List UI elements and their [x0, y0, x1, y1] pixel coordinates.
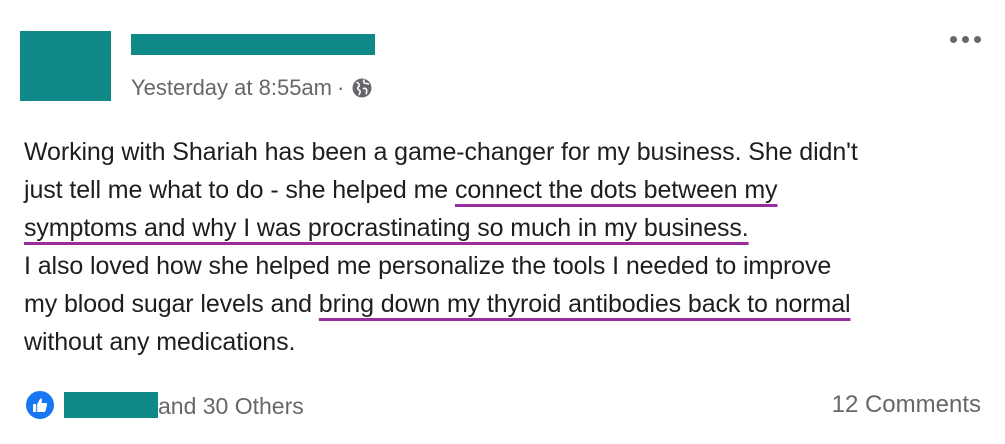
post-text-line: just tell me what to do - she helped me … — [24, 171, 986, 209]
post-body: Working with Shariah has been a game-cha… — [24, 133, 986, 361]
post-timestamp[interactable]: Yesterday at 8:55am — [131, 75, 332, 101]
post-text-segment: my blood sugar levels and — [24, 290, 319, 318]
reactions-others-text[interactable]: and 30 Others — [158, 392, 304, 420]
post-text-segment: just tell me what to do - she helped me — [24, 176, 455, 204]
comments-count-link[interactable]: 12 Comments — [832, 391, 981, 419]
meta-separator: · — [337, 75, 345, 100]
post-text-segment: I also loved how she helped me personali… — [24, 252, 832, 280]
author-name-redacted[interactable] — [131, 34, 375, 55]
highlighted-text: symptoms and why I was procrastinating s… — [24, 214, 749, 242]
more-options-icon[interactable] — [950, 36, 981, 43]
post-meta: Yesterday at 8:55am · — [131, 75, 373, 101]
post-text-line: my blood sugar levels and bring down my … — [24, 285, 986, 323]
post-text-line: Working with Shariah has been a game-cha… — [24, 133, 986, 171]
post-text-segment: without any medications. — [24, 328, 296, 356]
highlighted-text: bring down my thyroid antibodies back to… — [318, 290, 851, 318]
reactor-names-redacted[interactable] — [64, 392, 158, 418]
post-text-line: symptoms and why I was procrastinating s… — [24, 209, 986, 247]
post-footer: and 30 Others 12 Comments — [24, 389, 981, 423]
post-text-line: without any medications. — [24, 323, 986, 361]
avatar-redacted[interactable] — [20, 31, 111, 101]
globe-icon[interactable] — [351, 77, 373, 99]
like-icon[interactable] — [24, 389, 56, 421]
post-text-line: I also loved how she helped me personali… — [24, 247, 986, 285]
post-text-segment: Working with Shariah has been a game-cha… — [24, 138, 858, 166]
highlighted-text: connect the dots between my — [454, 176, 778, 204]
